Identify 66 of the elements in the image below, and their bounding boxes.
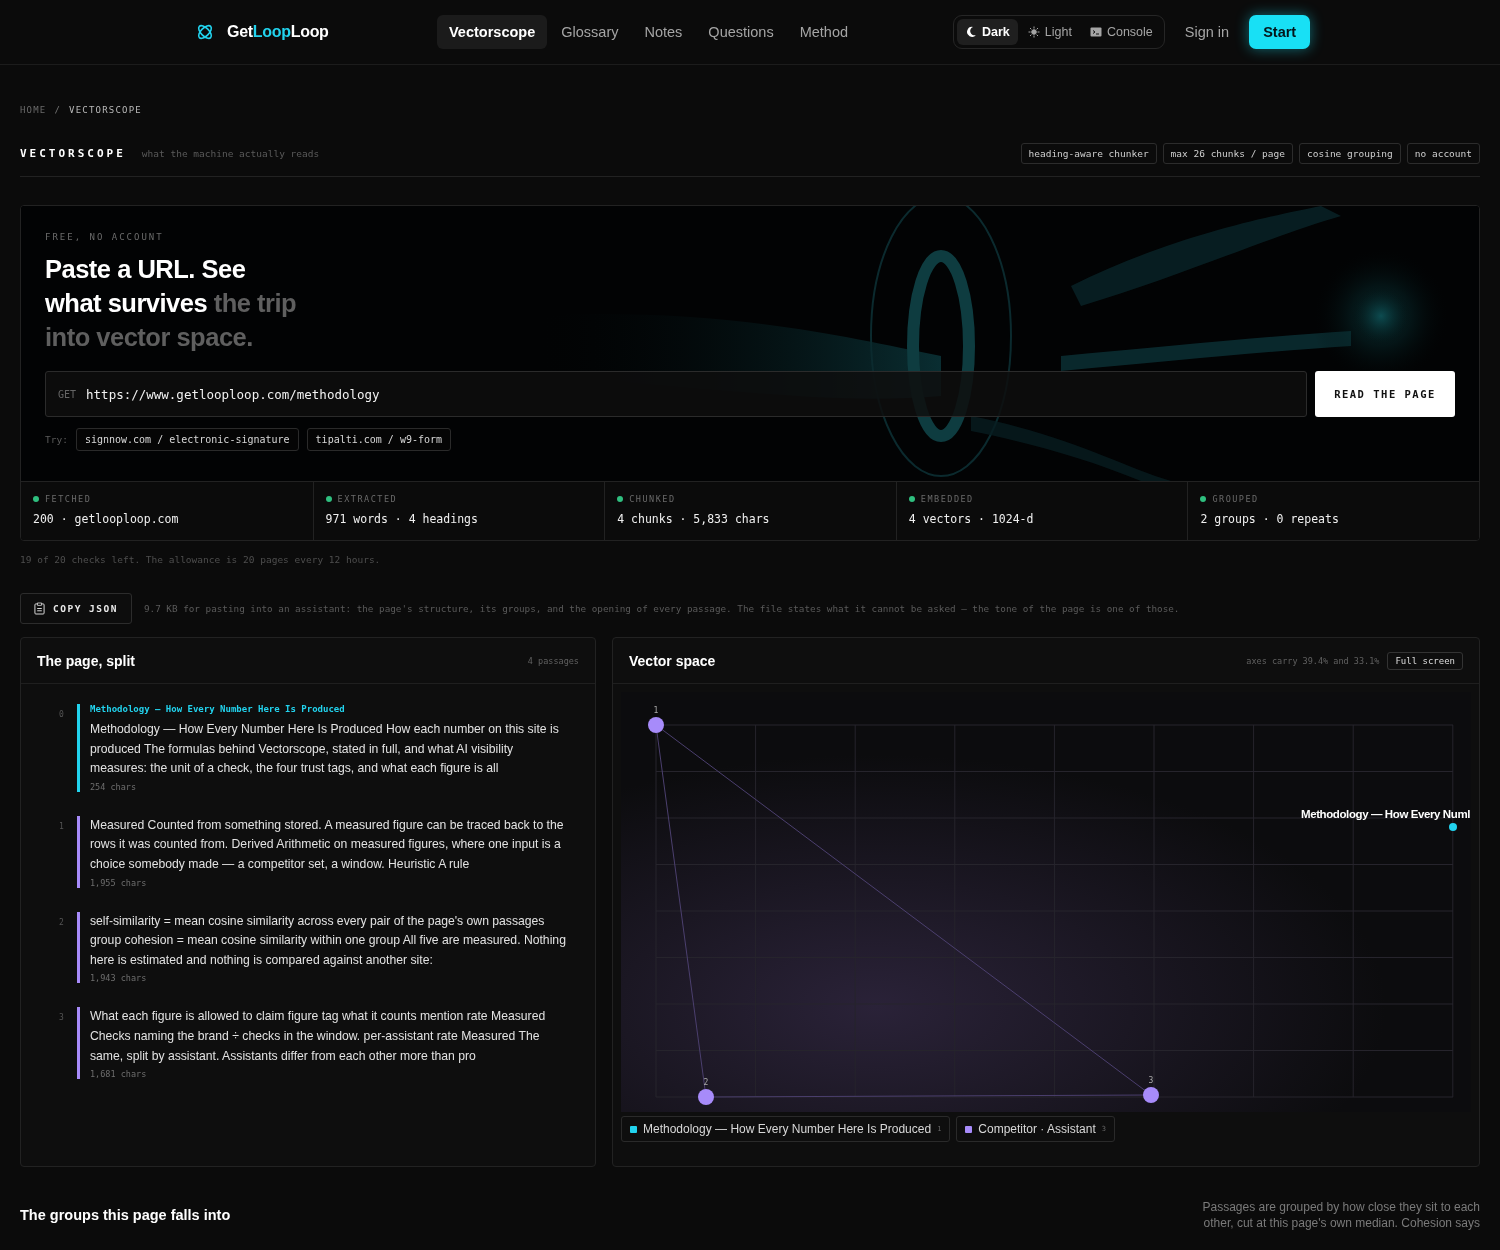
panel-title: The page, split (37, 652, 135, 669)
legend-label: Competitor · Assistant (978, 1122, 1096, 1136)
hero-headline: Paste a URL. See what survives the trip into vector space. (45, 254, 298, 353)
point-label: 1 (653, 706, 659, 715)
passage-index: 2 (59, 916, 65, 929)
passage-text: self-similarity = mean cosine similarity across every pair of the page's own passages group cohesion = mean cosine similarity within one group All five are measured. Nothing here is estimated and nothing is compared against another site: (90, 912, 567, 969)
passage-chars: 1,681 chars (90, 1069, 148, 1080)
url-field[interactable]: GET https://www.getlooploop.com/methodology (45, 371, 1307, 417)
step-value: 200 · getlooploop.com (33, 512, 180, 526)
nav-link[interactable]: Notes (632, 15, 695, 49)
passage-chars: 1,943 chars (90, 973, 148, 984)
copy-json-button[interactable]: COPY JSON (20, 593, 132, 624)
step-label: EXTRACTED (337, 494, 398, 504)
nav-link[interactable]: Glossary (549, 15, 631, 49)
step-label: FETCHED (45, 494, 92, 504)
read-page-button[interactable]: READ THE PAGE (1315, 371, 1455, 417)
passage-heading: Methodology — How Every Number Here Is Produced (90, 704, 346, 714)
breadcrumb-separator: / (54, 105, 62, 117)
full-screen-button[interactable]: Full screen (1387, 651, 1463, 670)
passage-count: 4 passages (527, 655, 579, 666)
example-chip[interactable]: signnow.com / electronic-signature (75, 428, 299, 451)
nav-link[interactable]: Questions (696, 15, 786, 49)
passage-text: Measured Counted from something stored. A measured figure can be traced back to the rows it was counted from. Derived Arithmetic on measured figures, where one input is a choice somebody made — a competitor set, a window. Heuristic A rule (90, 816, 565, 873)
try-label: Try: (45, 434, 68, 445)
breadcrumb-link[interactable]: VECTORSCOPE (69, 105, 142, 119)
passage-index: 1 (59, 820, 65, 833)
passage-chars: 254 chars (90, 781, 138, 792)
theme-tab[interactable]: Light (1019, 19, 1080, 45)
step-value: 2 groups · 0 repeats (1200, 512, 1340, 526)
feature-tag: cosine grouping (1299, 143, 1401, 164)
section-heading: The groups this page falls into (20, 1207, 231, 1223)
step-value: 4 chunks · 5,833 chars (617, 512, 771, 526)
step-label: GROUPED (1212, 494, 1259, 504)
breadcrumb-link[interactable]: HOME (20, 105, 47, 119)
step-value: 4 vectors · 1024-d (908, 512, 1035, 526)
point-label: 3 (1148, 1076, 1154, 1085)
point-label: Methodology — How Every Numl (1301, 808, 1470, 820)
passage-chars: 1,955 chars (90, 877, 148, 888)
point-label: 2 (703, 1078, 709, 1087)
start-button[interactable]: Start (1249, 15, 1311, 49)
example-chip[interactable]: tipalti.com / w9-form (306, 428, 452, 451)
feature-tag: heading-aware chunker (1020, 143, 1157, 164)
nav-link[interactable]: Method (787, 15, 861, 49)
page-title: VECTORSCOPE (20, 147, 126, 160)
nav-link[interactable]: Vectorscope (437, 15, 548, 49)
brand-name[interactable]: GetLoopLoop (227, 23, 329, 41)
step-label: EMBEDDED (920, 494, 974, 504)
eyebrow-label: FREE, NO ACCOUNT (45, 232, 165, 242)
passage-text: Methodology — How Every Number Here Is Produced How each number on this site is produced The formulas behind Vectorscope, stated in full, and what AI visibility measures: the unit of a check, the four trust tags, and what each figure is all (90, 721, 560, 778)
theme-tab[interactable]: Console (1081, 19, 1161, 45)
sign-in-link[interactable]: Sign in (1184, 24, 1230, 40)
allowance-note: 19 of 20 checks left. The allowance is 20 pages every 12 hours. (20, 554, 382, 565)
legend-label: Methodology — How Every Number Here Is Produced (643, 1122, 932, 1136)
theme-tab[interactable]: Dark (957, 19, 1018, 45)
page-subtitle: what the machine actually reads (141, 148, 320, 159)
axes-note: axes carry 39.4% and 33.1% (1246, 655, 1380, 666)
passage-index: 0 (59, 709, 65, 721)
feature-tag: max 26 chunks / page (1162, 143, 1293, 164)
passage-index: 3 (59, 1012, 65, 1025)
passage-text: What each figure is allowed to claim figure tag what it counts mention rate Measured Checks naming the brand ÷ checks in the window. per-assistant rate Measured The same, split by assistant. Assistants differ from each other more than pro (90, 1008, 547, 1065)
feature-tag: no account (1406, 143, 1480, 164)
section-note: Passages are grouped by how close they sit to each other, cut at this page's own median. Cohesion says (1201, 1199, 1480, 1231)
copy-note: 9.7 KB for pasting into an assistant: the page's structure, its groups, and the opening of every passage. The file states what it cannot be asked — the tone of the page is one of those. (144, 603, 1180, 614)
step-label: CHUNKED (629, 494, 676, 504)
panel-title: Vector space (629, 652, 716, 669)
step-value: 971 words · 4 headings (325, 512, 479, 526)
